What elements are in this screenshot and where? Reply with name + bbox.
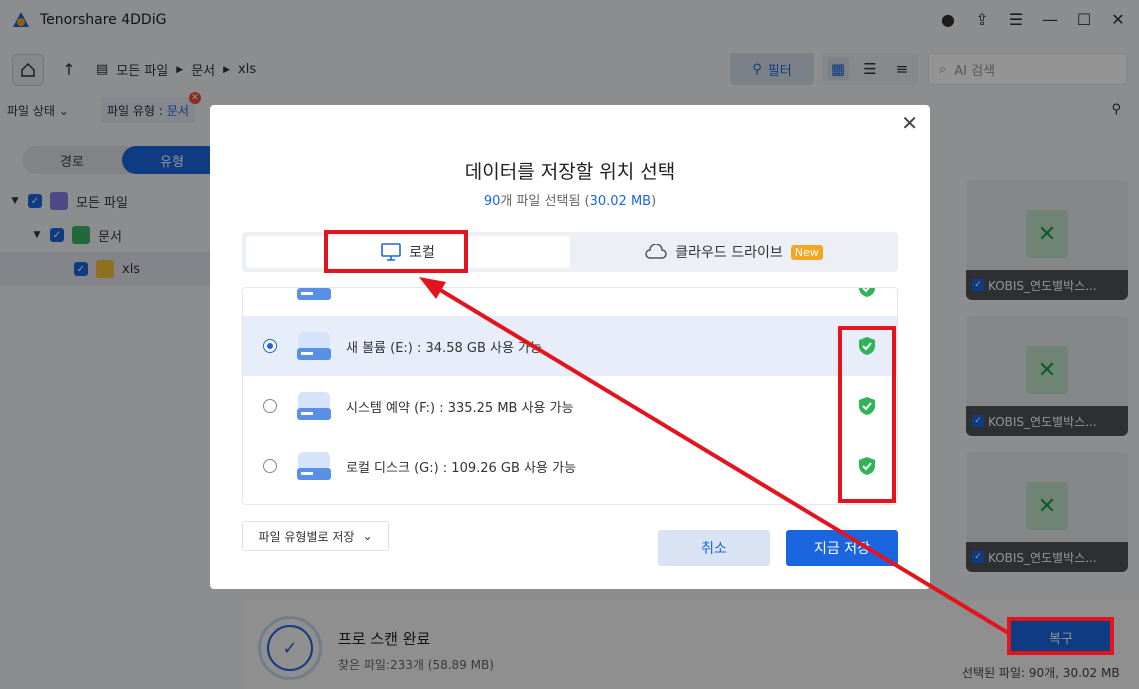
selected-count: 90 xyxy=(483,194,501,209)
save-by-type-dropdown[interactable]: 파일 유형별로 저장 ⌄ xyxy=(242,521,389,551)
drive-label: 로컬 디스크 (G:) : 109.26 GB 사용 가능 xyxy=(346,460,577,476)
drive-radio[interactable] xyxy=(263,339,277,353)
drive-radio[interactable] xyxy=(263,459,277,473)
new-badge: New xyxy=(790,244,823,260)
disk-icon xyxy=(297,288,331,300)
drive-label: 시스템 예약 (F:) : 335.25 MB 사용 가능 xyxy=(346,400,574,416)
close-icon[interactable]: ✕ xyxy=(901,111,918,135)
save-type-label: 파일 유형별로 저장 xyxy=(258,529,355,544)
save-location-dialog: ✕ 데이터를 저장할 위치 선택 90개 파일 선택됨 (30.02 MB) 로… xyxy=(210,105,930,589)
cloud-icon xyxy=(645,244,667,259)
chevron-down-icon: ⌄ xyxy=(362,529,373,543)
drive-label: 새 볼륨 (E:) : 34.58 GB 사용 가능 xyxy=(346,340,542,356)
disk-icon xyxy=(297,332,331,360)
highlight-box xyxy=(324,230,468,273)
dialog-title: 데이터를 저장할 위치 선택 xyxy=(464,161,676,183)
selected-size: 30.02 MB xyxy=(589,194,652,209)
disk-icon xyxy=(297,392,331,420)
drive-row-partial[interactable] xyxy=(243,288,897,316)
highlight-box xyxy=(1007,617,1114,655)
drive-row[interactable]: 시스템 예약 (F:) : 335.25 MB 사용 가능 xyxy=(243,376,897,436)
drive-row[interactable]: 로컬 디스크 (G:) : 109.26 GB 사용 가능 xyxy=(243,436,897,496)
save-now-button[interactable]: 지금 저장 xyxy=(786,530,898,566)
tab-cloud-drive[interactable]: 클라우드 드라이브 New xyxy=(574,236,894,268)
safe-shield-icon xyxy=(859,288,875,297)
tab-cloud-label: 클라우드 드라이브 xyxy=(675,245,783,261)
disk-icon xyxy=(297,452,331,480)
drive-list: 새 볼륨 (E:) : 34.58 GB 사용 가능 시스템 예약 (F:) :… xyxy=(242,287,898,505)
cancel-button[interactable]: 취소 xyxy=(658,530,770,566)
subtitle-end: ) xyxy=(651,194,657,209)
drive-row[interactable]: 새 볼륨 (E:) : 34.58 GB 사용 가능 xyxy=(243,316,897,376)
dialog-subtitle: 90개 파일 선택됨 (30.02 MB) xyxy=(210,190,930,209)
subtitle-text: 개 파일 선택됨 ( xyxy=(500,194,590,209)
drive-radio[interactable] xyxy=(263,399,277,413)
highlight-box xyxy=(838,326,896,503)
